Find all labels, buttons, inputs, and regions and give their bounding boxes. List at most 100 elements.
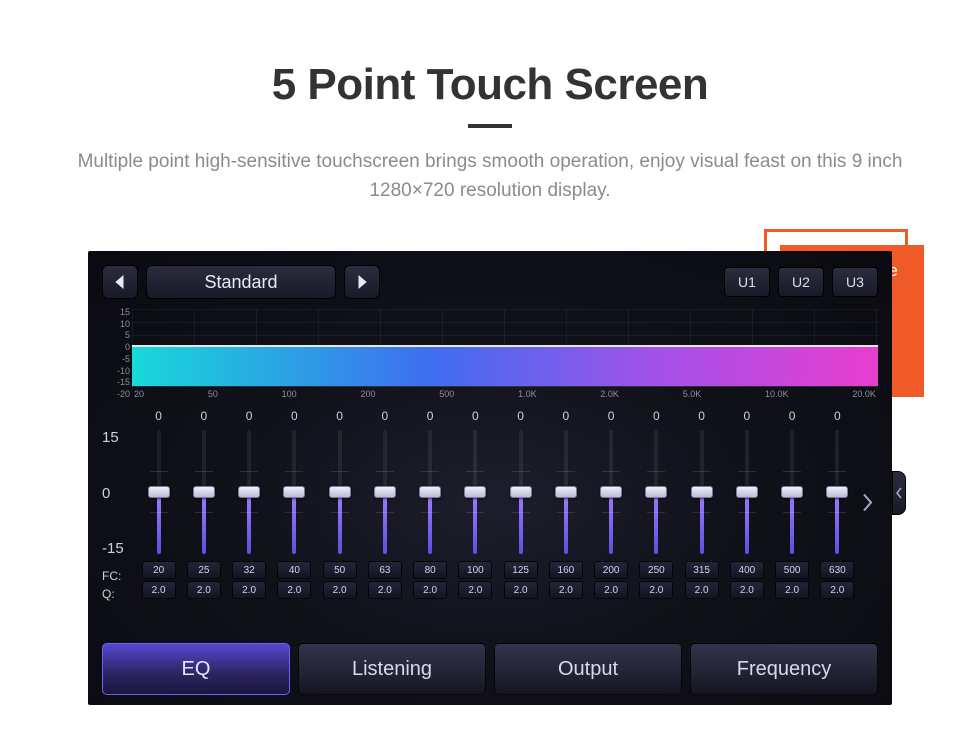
band-value: 0	[834, 409, 841, 427]
band-fc[interactable]: 500	[775, 561, 809, 579]
band-q[interactable]: 2.0	[368, 581, 402, 599]
band-q[interactable]: 2.0	[685, 581, 719, 599]
band-fc[interactable]: 40	[277, 561, 311, 579]
slider-thumb[interactable]	[419, 486, 441, 498]
slider-thumb[interactable]	[645, 486, 667, 498]
more-sliders-button[interactable]	[862, 493, 874, 516]
slider-thumb[interactable]	[329, 486, 351, 498]
band-q[interactable]: 2.0	[820, 581, 854, 599]
band-slider[interactable]	[383, 430, 387, 554]
chevron-left-icon	[114, 275, 126, 289]
band-slider[interactable]	[428, 430, 432, 554]
expand-handle[interactable]	[892, 471, 906, 515]
eq-band-500: 0 500 2.0	[770, 409, 815, 599]
user-preset-2[interactable]: U2	[778, 267, 824, 297]
user-preset-3[interactable]: U3	[832, 267, 878, 297]
band-fc[interactable]: 32	[232, 561, 266, 579]
tab-output[interactable]: Output	[494, 643, 682, 695]
spectrum-plot	[132, 309, 878, 387]
tab-frequency[interactable]: Frequency	[690, 643, 878, 695]
band-q[interactable]: 2.0	[504, 581, 538, 599]
band-fc[interactable]: 630	[820, 561, 854, 579]
band-fc[interactable]: 80	[413, 561, 447, 579]
chevron-right-icon	[356, 275, 368, 289]
band-slider[interactable]	[654, 430, 658, 554]
band-fc[interactable]: 100	[458, 561, 492, 579]
slider-thumb[interactable]	[510, 486, 532, 498]
user-preset-1[interactable]: U1	[724, 267, 770, 297]
x-tick: 20	[134, 389, 144, 399]
band-slider[interactable]	[835, 430, 839, 554]
band-fc[interactable]: 125	[504, 561, 538, 579]
slider-thumb[interactable]	[691, 486, 713, 498]
eq-band-20: 0 20 2.0	[136, 409, 181, 599]
slider-thumb[interactable]	[464, 486, 486, 498]
preset-prev-button[interactable]	[102, 265, 138, 299]
band-fc[interactable]: 25	[187, 561, 221, 579]
band-slider[interactable]	[790, 430, 794, 554]
slider-thumb[interactable]	[555, 486, 577, 498]
band-slider[interactable]	[247, 430, 251, 554]
slider-thumb[interactable]	[781, 486, 803, 498]
eq-band-40: 0 40 2.0	[272, 409, 317, 599]
band-fc[interactable]: 200	[594, 561, 628, 579]
band-fc[interactable]: 250	[639, 561, 673, 579]
band-q[interactable]: 2.0	[142, 581, 176, 599]
slider-thumb[interactable]	[374, 486, 396, 498]
band-slider[interactable]	[473, 430, 477, 554]
x-tick: 200	[360, 389, 375, 399]
band-slider[interactable]	[745, 430, 749, 554]
tab-eq[interactable]: EQ	[102, 643, 290, 695]
tab-listening[interactable]: Listening	[298, 643, 486, 695]
band-fc[interactable]: 400	[730, 561, 764, 579]
band-fc[interactable]: 160	[549, 561, 583, 579]
band-value: 0	[155, 409, 162, 427]
band-fc[interactable]: 50	[323, 561, 357, 579]
band-slider[interactable]	[157, 430, 161, 554]
band-value: 0	[517, 409, 524, 427]
spectrum-chart: 151050-5-10-15-20 20501002005001.0K2.0K5…	[132, 309, 878, 401]
band-slider[interactable]	[609, 430, 613, 554]
band-fc[interactable]: 63	[368, 561, 402, 579]
band-slider[interactable]	[700, 430, 704, 554]
slider-thumb[interactable]	[283, 486, 305, 498]
band-q[interactable]: 2.0	[549, 581, 583, 599]
band-q[interactable]: 2.0	[277, 581, 311, 599]
x-tick: 10.0K	[765, 389, 789, 399]
slider-thumb[interactable]	[193, 486, 215, 498]
slider-thumb[interactable]	[600, 486, 622, 498]
y-tick: -20	[102, 389, 130, 399]
band-fc[interactable]: 315	[685, 561, 719, 579]
preset-selector[interactable]: Standard	[146, 265, 336, 299]
preset-next-button[interactable]	[344, 265, 380, 299]
band-value: 0	[246, 409, 253, 427]
band-value: 0	[291, 409, 298, 427]
band-q[interactable]: 2.0	[639, 581, 673, 599]
band-value: 0	[382, 409, 389, 427]
device-screen: Standard U1 U2 U3 151050-5-10-15-20 2050…	[88, 251, 892, 705]
slider-thumb[interactable]	[736, 486, 758, 498]
band-q[interactable]: 2.0	[187, 581, 221, 599]
band-value: 0	[789, 409, 796, 427]
band-slider[interactable]	[292, 430, 296, 554]
slider-thumb[interactable]	[238, 486, 260, 498]
band-slider[interactable]	[338, 430, 342, 554]
band-q[interactable]: 2.0	[775, 581, 809, 599]
slider-thumb[interactable]	[148, 486, 170, 498]
band-q[interactable]: 2.0	[413, 581, 447, 599]
band-value: 0	[336, 409, 343, 427]
y-tick: -5	[102, 354, 130, 364]
band-q[interactable]: 2.0	[323, 581, 357, 599]
title-underline	[468, 124, 512, 128]
band-q[interactable]: 2.0	[232, 581, 266, 599]
slider-thumb[interactable]	[826, 486, 848, 498]
band-value: 0	[698, 409, 705, 427]
band-slider[interactable]	[519, 430, 523, 554]
band-q[interactable]: 2.0	[594, 581, 628, 599]
band-fc[interactable]: 20	[142, 561, 176, 579]
band-q[interactable]: 2.0	[730, 581, 764, 599]
band-q[interactable]: 2.0	[458, 581, 492, 599]
x-tick: 5.0K	[683, 389, 702, 399]
band-slider[interactable]	[564, 430, 568, 554]
band-slider[interactable]	[202, 430, 206, 554]
